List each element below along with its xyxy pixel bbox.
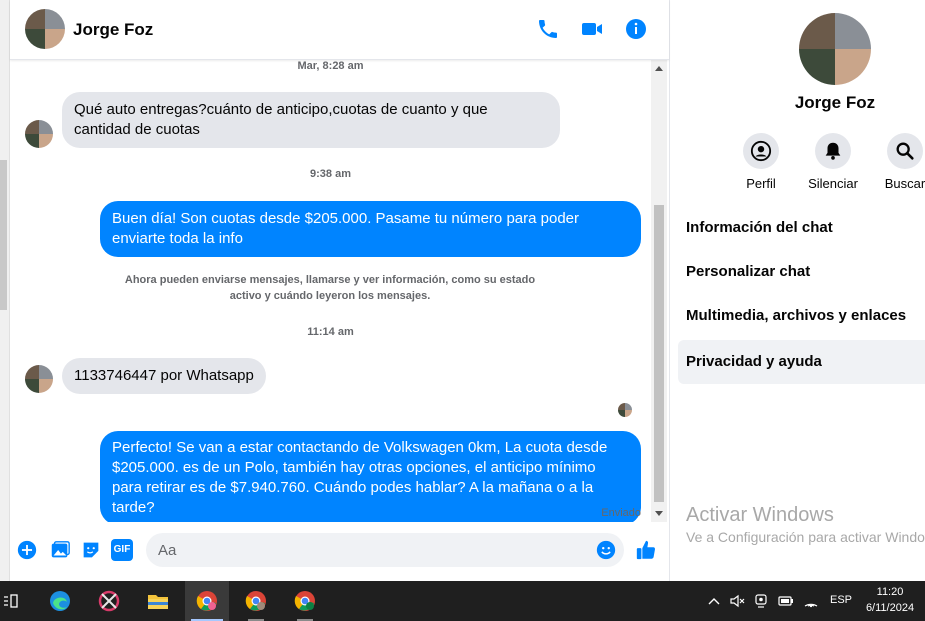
- incoming-message[interactable]: 1133746447 por Whatsapp: [62, 358, 266, 394]
- folder-icon: [148, 595, 168, 609]
- outgoing-message[interactable]: Perfecto! Se van a estar contactando de …: [100, 431, 641, 522]
- battery-icon[interactable]: [778, 593, 794, 609]
- emoji-icon[interactable]: [595, 539, 617, 561]
- task-view-button[interactable]: [0, 581, 32, 621]
- menu-customize-chat[interactable]: Personalizar chat: [678, 250, 925, 294]
- menu-chat-info[interactable]: Información del chat: [678, 206, 925, 250]
- sticker-icon[interactable]: [80, 539, 102, 561]
- system-notice: Ahora pueden enviarse mensajes, llamarse…: [124, 274, 536, 302]
- taskbar-edge[interactable]: [38, 581, 82, 621]
- message-avatar[interactable]: [25, 365, 53, 393]
- timestamp: Mar, 8:28 am: [297, 60, 364, 72]
- contact-avatar[interactable]: [25, 9, 65, 49]
- speaker-muted-icon[interactable]: [729, 593, 745, 609]
- chat-info-panel: Jorge Foz Perfil Silenciar Buscar Inform…: [669, 0, 925, 581]
- clock-time: 11:20: [876, 586, 904, 598]
- info-icon[interactable]: [624, 17, 648, 41]
- left-scrollbar[interactable]: [0, 0, 10, 581]
- search-icon: [896, 142, 914, 160]
- incoming-message[interactable]: Qué auto entregas?cuánto de anticipo,cuo…: [62, 92, 560, 148]
- seen-avatar: [618, 403, 632, 417]
- profile-button[interactable]: Perfil: [729, 133, 793, 191]
- profile-icon: [750, 140, 772, 162]
- screen: Jorge Foz Mar, 8:28 am Qué auto entregas…: [0, 0, 925, 621]
- profile-avatar[interactable]: [799, 13, 871, 85]
- timestamp: 9:38 am: [310, 168, 351, 180]
- timestamp: 11:14 am: [307, 326, 354, 338]
- message-input[interactable]: [146, 533, 624, 567]
- taskbar-chrome-3[interactable]: [283, 581, 327, 621]
- taskbar-chrome-2[interactable]: [234, 581, 278, 621]
- taskbar-chrome-1[interactable]: [185, 581, 229, 621]
- profile-name: Jorge Foz: [794, 93, 876, 112]
- scroll-down-arrow[interactable]: [655, 511, 663, 516]
- profile-label: Perfil: [746, 176, 776, 191]
- wifi-icon[interactable]: [803, 593, 819, 609]
- thumbs-up-icon[interactable]: [635, 539, 657, 561]
- chat-scrollbar[interactable]: [651, 60, 667, 522]
- mute-label: Silenciar: [808, 176, 858, 191]
- chevron-up-icon[interactable]: [706, 593, 722, 609]
- message-status: Enviado: [601, 507, 641, 519]
- bell-icon: [825, 142, 841, 160]
- chrome-icon: [196, 591, 217, 611]
- chat-scroll-thumb[interactable]: [654, 205, 664, 502]
- language-indicator[interactable]: ESP: [830, 594, 852, 606]
- clock-date: 6/11/2024: [865, 602, 915, 614]
- outgoing-message[interactable]: Buen día! Son cuotas desde $205.000. Pas…: [100, 201, 641, 257]
- snipping-tool-icon: [98, 590, 120, 612]
- chat-header: Jorge Foz: [10, 0, 669, 60]
- menu-media-files-links[interactable]: Multimedia, archivos y enlaces: [678, 294, 925, 338]
- message-avatar[interactable]: [25, 120, 53, 148]
- phone-icon[interactable]: [536, 17, 560, 41]
- image-icon[interactable]: [49, 539, 71, 561]
- search-button[interactable]: Buscar: [873, 133, 925, 191]
- message-list[interactable]: Mar, 8:28 am Qué auto entregas?cuánto de…: [10, 60, 651, 522]
- search-label: Buscar: [884, 176, 925, 191]
- taskbar: ESP 11:20 6/11/2024: [0, 581, 925, 621]
- video-icon[interactable]: [580, 17, 604, 41]
- activate-windows-title: Activar Windows: [686, 504, 834, 526]
- contact-name[interactable]: Jorge Foz: [73, 20, 153, 40]
- menu-privacy-help[interactable]: Privacidad y ayuda: [678, 340, 925, 384]
- add-icon[interactable]: [16, 539, 38, 561]
- task-view-icon: [4, 594, 18, 608]
- chrome-icon: [245, 591, 266, 611]
- taskbar-snipping-tool[interactable]: [87, 581, 131, 621]
- chat-pane: Jorge Foz Mar, 8:28 am Qué auto entregas…: [10, 0, 669, 581]
- taskbar-file-explorer[interactable]: [136, 581, 180, 621]
- scroll-up-arrow[interactable]: [655, 66, 663, 71]
- mute-button[interactable]: Silenciar: [801, 133, 865, 191]
- left-scroll-thumb[interactable]: [0, 160, 7, 310]
- webcam-icon[interactable]: [753, 593, 769, 609]
- edge-icon: [50, 591, 70, 611]
- clock[interactable]: 11:20 6/11/2024: [862, 584, 918, 616]
- activate-windows-subtitle: Ve a Configuración para activar Windows.: [686, 529, 925, 545]
- gif-icon[interactable]: GIF: [111, 539, 133, 561]
- chrome-icon: [294, 591, 315, 611]
- composer: GIF: [10, 525, 669, 581]
